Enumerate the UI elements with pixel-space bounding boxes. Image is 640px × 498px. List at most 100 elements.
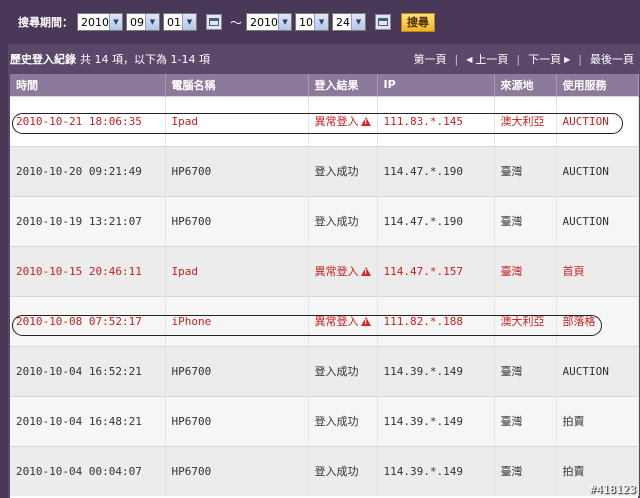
cell-ip-text: 114.47.*.190 [383,164,463,178]
cell-device-text: Ipad [171,114,199,128]
cell-device: Ipad [165,95,309,146]
from-day-select[interactable]: 01 ▼ [163,13,197,31]
search-bar: 搜尋期間： 2010 ▼ 09 ▼ 01 ▼ ～ 2010 ▼ 10 ▼ 24 ▼ 搜尋 [0,0,640,44]
cell-result: 異常登入 [308,295,378,346]
cell-origin: 臺灣 [494,395,557,446]
cell-ip: 114.47.*.157 [377,245,495,296]
to-year-select[interactable]: 2010 ▼ [246,13,293,31]
chevron-down-icon: ▼ [109,14,122,30]
cell-device: Ipad [165,245,309,296]
cell-origin-text: 臺灣 [500,215,523,228]
cell-ip: 114.39.*.149 [377,395,495,446]
next-page-link[interactable]: 下一頁 [528,51,561,67]
cell-service: 部落格 [556,295,639,346]
cell-result-text: 異常登入 [314,115,359,128]
cell-result: 登入成功 [308,195,378,246]
table-row: 2010-10-19 13:21:07 HP6700 登入成功 114.47.*.19… [10,195,639,246]
records-header: 歷史登入紀錄 共 14 項，以下為 1-14 項 第一頁 | ◀ 上一頁 | 下… [8,44,640,74]
cell-service: AUCTION [556,145,639,196]
chevron-down-icon: ▼ [278,14,292,30]
cell-device: HP6700 [165,195,309,246]
cell-device-text: Ipad [171,264,199,278]
cell-ip-text: 114.39.*.149 [383,464,463,478]
to-month-select[interactable]: 10 ▼ [295,13,330,31]
cell-ip: 114.39.*.149 [377,445,495,496]
cell-service-text: 拍賣 [562,415,585,428]
records-count: 共 14 項，以下為 1-14 項 [80,53,210,66]
table-row: 2010-10-04 16:48:21 HP6700 登入成功 114.39.*.14… [10,395,639,446]
cell-service: 首頁 [556,245,639,296]
cell-device: iPhone [165,295,309,346]
last-page-link[interactable]: 最後一頁 [590,51,634,67]
cell-origin-text: 澳大利亞 [500,115,545,128]
cell-time-text: 2010-10-04 00:04:07 [16,464,142,478]
prev-page-link[interactable]: 上一頁 [475,51,508,67]
search-button[interactable]: 搜尋 [401,12,436,32]
chevron-down-icon: ▼ [145,14,159,30]
records-title: 歷史登入紀錄 [10,53,76,66]
from-year-select[interactable]: 2010 ▼ [77,13,123,31]
column-header-time: 時間 [10,74,166,96]
cell-origin: 臺灣 [494,245,557,296]
cell-origin-text: 臺灣 [500,465,523,479]
cell-ip-text: 111.82.*.188 [383,314,463,328]
cell-device-text: iPhone [171,314,212,328]
calendar-icon[interactable] [206,14,222,30]
cell-result: 登入成功 [308,145,378,196]
cell-service-text: 部落格 [562,315,596,328]
cell-device-text: HP6700 [171,164,212,178]
column-header-result: 登入結果 [308,74,378,96]
cell-ip: 111.82.*.188 [377,295,495,346]
cell-service: AUCTION [556,95,639,146]
watermark: #418123 [589,483,636,496]
date-range-separator: ～ [230,15,243,30]
cell-origin: 臺灣 [494,445,557,496]
cell-origin-text: 澳大利亞 [500,315,545,328]
cell-service: AUCTION [556,195,639,246]
table-header-row: 時間 電腦名稱 登入結果 IP 來源地 使用服務 [10,74,639,96]
warning-triangle-icon [360,317,371,326]
first-page-link[interactable]: 第一頁 [414,51,447,67]
cell-device-text: HP6700 [171,414,212,428]
login-table-container: 時間 電腦名稱 登入結果 IP 來源地 使用服務 2010-10-21 18:0… [10,74,639,498]
cell-result: 登入成功 [308,445,378,496]
cell-ip-text: 114.39.*.149 [383,414,463,428]
cell-time: 2010-10-15 20:46:11 [10,245,166,296]
cell-device-text: HP6700 [171,364,212,378]
cell-result-text: 異常登入 [314,265,359,278]
cell-time: 2010-10-04 16:52:21 [10,345,166,396]
cell-result-text: 登入成功 [314,465,359,479]
cell-ip: 114.47.*.190 [377,145,495,196]
search-period-label: 搜尋期間： [18,16,73,29]
calendar-icon[interactable] [375,14,392,30]
cell-service-text: 拍賣 [562,465,585,479]
cell-origin-text: 臺灣 [500,415,523,428]
cell-time: 2010-10-04 00:04:07 [10,445,166,496]
cell-origin-text: 臺灣 [500,165,523,178]
chevron-right-icon: ▶ [564,54,571,64]
table-row: 2010-10-20 09:21:49 HP6700 登入成功 114.47.*.19… [10,145,639,196]
to-day-select[interactable]: 24 ▼ [332,13,367,31]
pager-divider: | [454,52,459,66]
cell-origin-text: 臺灣 [500,365,523,378]
from-month-select[interactable]: 09 ▼ [126,13,160,31]
cell-service-text: 首頁 [562,265,585,278]
cell-result-text: 登入成功 [314,365,359,378]
cell-ip: 114.47.*.190 [377,195,495,246]
column-header-device: 電腦名稱 [165,74,309,96]
cell-ip: 114.39.*.149 [377,345,495,396]
table-row: 2010-10-04 00:04:07 HP6700 登入成功 114.39.*.14… [10,445,639,496]
cell-device: HP6700 [165,445,309,496]
pager-divider: | [578,52,582,66]
login-history-table: 時間 電腦名稱 登入結果 IP 來源地 使用服務 2010-10-21 18:0… [10,74,639,496]
chevron-down-icon: ▼ [351,14,366,30]
cell-time: 2010-10-19 13:21:07 [10,195,166,246]
cell-time: 2010-10-20 09:21:49 [10,145,166,196]
cell-time: 2010-10-04 16:48:21 [10,395,166,446]
cell-service-text: AUCTION [562,364,609,378]
cell-time: 2010-10-21 18:06:35 [10,95,166,146]
warning-triangle-icon [360,267,371,276]
table-row: 2010-10-21 18:06:35 Ipad 異常登入 111.83.*.145 澳… [10,95,639,146]
cell-origin: 臺灣 [494,195,557,246]
cell-ip-text: 114.47.*.190 [383,214,463,228]
